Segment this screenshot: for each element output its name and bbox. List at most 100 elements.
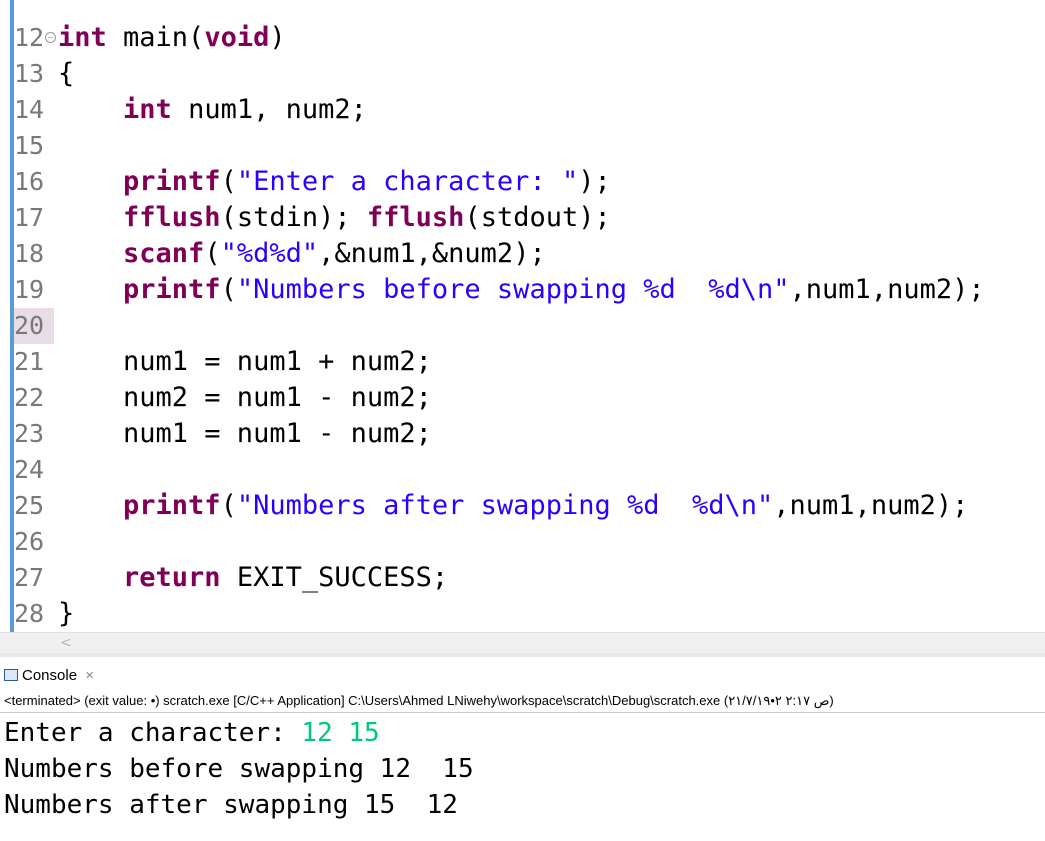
code-line[interactable]: 18 scanf("%d%d",&num1,&num2); — [0, 236, 1045, 272]
line-number: 23 — [14, 419, 45, 448]
code-text: return EXIT_SUCCESS; — [58, 560, 448, 596]
line-number: 17 — [14, 203, 45, 232]
code-text: printf("Enter a character: "); — [58, 164, 611, 200]
code-line[interactable]: 13 { — [0, 56, 1045, 92]
string-token: "Enter a character: " — [236, 166, 579, 197]
line-number: 15 — [14, 131, 45, 160]
code-token: ( — [220, 166, 237, 197]
code-line[interactable]: 21 num1 = num1 + num2; — [0, 344, 1045, 380]
code-token: ,num1,num2); — [773, 490, 969, 521]
console-output-text: Numbers after swapping 15 12 — [4, 790, 458, 820]
code-line[interactable]: 16 printf("Enter a character: "); — [0, 164, 1045, 200]
code-token: ( — [204, 238, 221, 269]
code-line[interactable]: 24 — [0, 452, 1045, 488]
code-token: ); — [578, 166, 611, 197]
code-token: num1, num2; — [171, 94, 367, 125]
code-text: fflush(stdin); fflush(stdout); — [58, 200, 611, 236]
keyword-token: printf — [123, 490, 221, 521]
keyword-token: scanf — [123, 238, 205, 269]
console-icon — [4, 669, 18, 681]
line-number: 26 — [14, 527, 45, 556]
code-text: int num1, num2; — [58, 92, 367, 128]
code-text: { — [58, 56, 74, 92]
code-editor[interactable]: 12− int main(void) 13 {14 int num1, num2; 15… — [0, 0, 1045, 632]
keyword-token: int — [58, 22, 107, 53]
keyword-token: printf — [123, 274, 221, 305]
code-token: (stdout); — [464, 202, 611, 233]
code-line[interactable]: 25 printf("Numbers after swapping %d %d\… — [0, 488, 1045, 524]
code-line[interactable]: 22 num2 = num1 - num2; — [0, 380, 1045, 416]
close-icon[interactable]: ✕ — [85, 669, 94, 682]
line-number: 21 — [14, 347, 45, 376]
tab-console[interactable]: Console ✕ — [4, 665, 94, 685]
code-token: main( — [106, 22, 205, 53]
line-number: 20 — [14, 308, 54, 344]
line-number: 27 — [14, 563, 45, 592]
line-number: 19 — [14, 275, 45, 304]
code-text: int main(void) — [58, 20, 286, 56]
code-token: num2 = num1 - num2; — [58, 382, 432, 413]
code-token: ( — [220, 490, 237, 521]
line-number: 25 — [14, 491, 45, 520]
code-token: EXIT_SUCCESS; — [220, 562, 449, 593]
code-token: num1 = num1 + num2; — [58, 346, 432, 377]
code-token: { — [58, 58, 75, 89]
code-line[interactable]: 14 int num1, num2; — [0, 92, 1045, 128]
code-token: ,&num1,&num2); — [318, 238, 546, 269]
scroll-left-icon[interactable]: < — [60, 633, 72, 653]
console-output[interactable]: Enter a character: 12 15 Numbers before s… — [4, 715, 1044, 823]
console-line: Enter a character: 12 15 — [4, 715, 1044, 751]
code-token: num1 = num1 - num2; — [58, 418, 432, 449]
code-text: printf("Numbers after swapping %d %d\n",… — [58, 488, 968, 524]
line-number: 14 — [14, 95, 45, 124]
horizontal-scrollbar[interactable]: < — [0, 632, 1045, 653]
code-line[interactable]: 20 — [0, 308, 1045, 344]
code-line[interactable]: 12− int main(void) — [0, 20, 1045, 56]
code-token: ( — [220, 274, 237, 305]
keyword-token: return — [123, 562, 221, 593]
code-token: ,num1,num2); — [789, 274, 985, 305]
code-text: num2 = num1 - num2; — [58, 380, 432, 416]
string-token: "%d%d" — [220, 238, 319, 269]
code-line[interactable]: 19 printf("Numbers before swapping %d %d… — [0, 272, 1045, 308]
line-number: 24 — [14, 455, 45, 484]
line-number: 16 — [14, 167, 45, 196]
code-line[interactable]: 17 fflush(stdin); fflush(stdout); — [0, 200, 1045, 236]
keyword-token: fflush — [366, 202, 465, 233]
code-text: num1 = num1 - num2; — [58, 416, 432, 452]
keyword-token: int — [123, 94, 172, 125]
line-number: 28 — [14, 599, 45, 628]
line-number: 22 — [14, 383, 45, 412]
console-tabbar: Console ✕ — [0, 657, 1045, 691]
console-status: <terminated> (exit value: •) scratch.exe… — [4, 693, 834, 708]
code-token: ) — [269, 22, 286, 53]
line-number: 13 — [14, 59, 45, 88]
console-line: Numbers after swapping 15 12 — [4, 787, 1044, 823]
code-text: scanf("%d%d",&num1,&num2); — [58, 236, 546, 272]
code-line[interactable]: 15 — [0, 128, 1045, 164]
code-line[interactable]: 27 return EXIT_SUCCESS; — [0, 560, 1045, 596]
code-line[interactable]: 23 num1 = num1 - num2; — [0, 416, 1045, 452]
divider — [0, 712, 1045, 713]
string-token: "Numbers before swapping %d %d\n" — [236, 274, 790, 305]
code-text: num1 = num1 + num2; — [58, 344, 432, 380]
keyword-token: fflush — [123, 202, 221, 233]
code-token: (stdin); — [220, 202, 367, 233]
line-number: 18 — [14, 239, 45, 268]
code-line[interactable]: 28} — [0, 596, 1045, 632]
console-line: Numbers before swapping 12 15 — [4, 751, 1044, 787]
keyword-token: printf — [123, 166, 221, 197]
console-output-text: Numbers before swapping 12 15 — [4, 754, 474, 784]
fold-toggle-icon[interactable]: − — [45, 32, 56, 43]
code-line[interactable]: 26 — [0, 524, 1045, 560]
tab-console-label: Console — [22, 666, 78, 684]
console-user-input: 12 15 — [301, 718, 380, 748]
code-text: } — [58, 596, 74, 632]
